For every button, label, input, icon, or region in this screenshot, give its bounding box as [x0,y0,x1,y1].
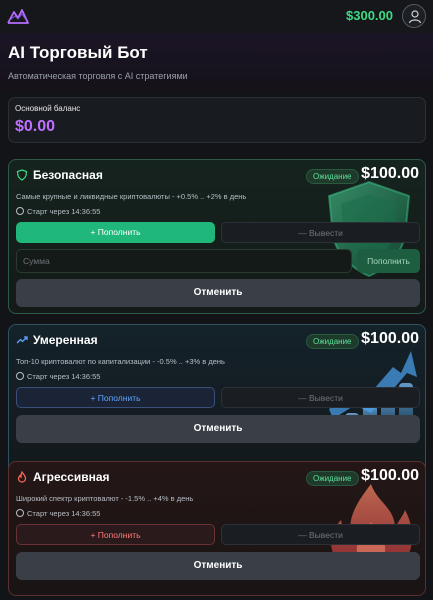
start-timer-text: Старт через 14:36:55 [27,207,101,216]
strategy-start: Старт через 14:36:55 [16,207,100,216]
page-title: AI Торговый Бот [8,43,148,62]
user-icon [408,10,422,24]
strategy-card-safe: Безопасная Ожидание $100.00 Самые крупны… [8,159,426,314]
withdraw-button[interactable]: — Вывести [221,524,420,545]
strategy-card-moderate: Умеренная Ожидание $100.00 Топ-10 крипто… [8,324,426,479]
main-balance-card: Основной баланс $0.00 [8,97,426,143]
strategy-description: Топ-10 криптовалют по капитализации - -0… [16,357,225,366]
deposit-button[interactable]: + Пополнить [16,222,215,243]
strategy-amount: $100.00 [361,467,419,484]
clock-icon [16,207,24,215]
trending-up-icon [16,336,28,344]
main-balance-value: $0.00 [15,118,56,135]
withdraw-button[interactable]: — Вывести [221,222,420,243]
status-badge: Ожидание [306,169,359,184]
strategy-description: Широкий спектр криптовалют - -1.5% .. +4… [16,494,194,503]
strategy-name: Агрессивная [33,470,110,484]
cancel-button[interactable]: Отменить [16,552,420,580]
deposit-amount-row: Пополнить [16,249,420,273]
flame-icon [17,471,27,483]
shield-icon [16,169,28,181]
user-avatar-button[interactable] [402,4,426,28]
strategy-start: Старт через 14:36:55 [16,509,100,518]
start-timer-text: Старт через 14:36:55 [27,372,101,381]
deposit-button[interactable]: + Пополнить [16,387,215,408]
strategy-start: Старт через 14:36:55 [16,372,100,381]
top-bar: $300.00 [0,0,433,33]
strategy-amount: $100.00 [361,165,419,182]
deposit-button[interactable]: + Пополнить [16,524,215,545]
strategy-name: Умеренная [33,333,98,347]
clock-icon [16,509,24,517]
cancel-button[interactable]: Отменить [16,415,420,443]
status-badge: Ожидание [306,471,359,486]
page-subtitle: Автоматическая торговля с AI стратегиями [8,71,188,81]
amount-input[interactable] [16,249,352,273]
status-badge: Ожидание [306,334,359,349]
withdraw-button[interactable]: — Вывести [221,387,420,408]
main-balance-label: Основной баланс [15,104,81,113]
clock-icon [16,372,24,380]
strategy-description: Самые крупные и ликвидные криптовалюты -… [16,192,247,201]
cancel-button[interactable]: Отменить [16,279,420,307]
strategy-amount: $100.00 [361,330,419,347]
strategy-card-aggressive: Агрессивная Ожидание $100.00 Широкий спе… [8,461,426,596]
start-timer-text: Старт через 14:36:55 [27,509,101,518]
submit-deposit-button[interactable]: Пополнить [357,249,420,273]
header-balance: $300.00 [346,8,393,23]
hero-section [0,33,433,93]
mountain-logo-icon[interactable] [7,7,29,25]
strategy-name: Безопасная [33,168,103,182]
